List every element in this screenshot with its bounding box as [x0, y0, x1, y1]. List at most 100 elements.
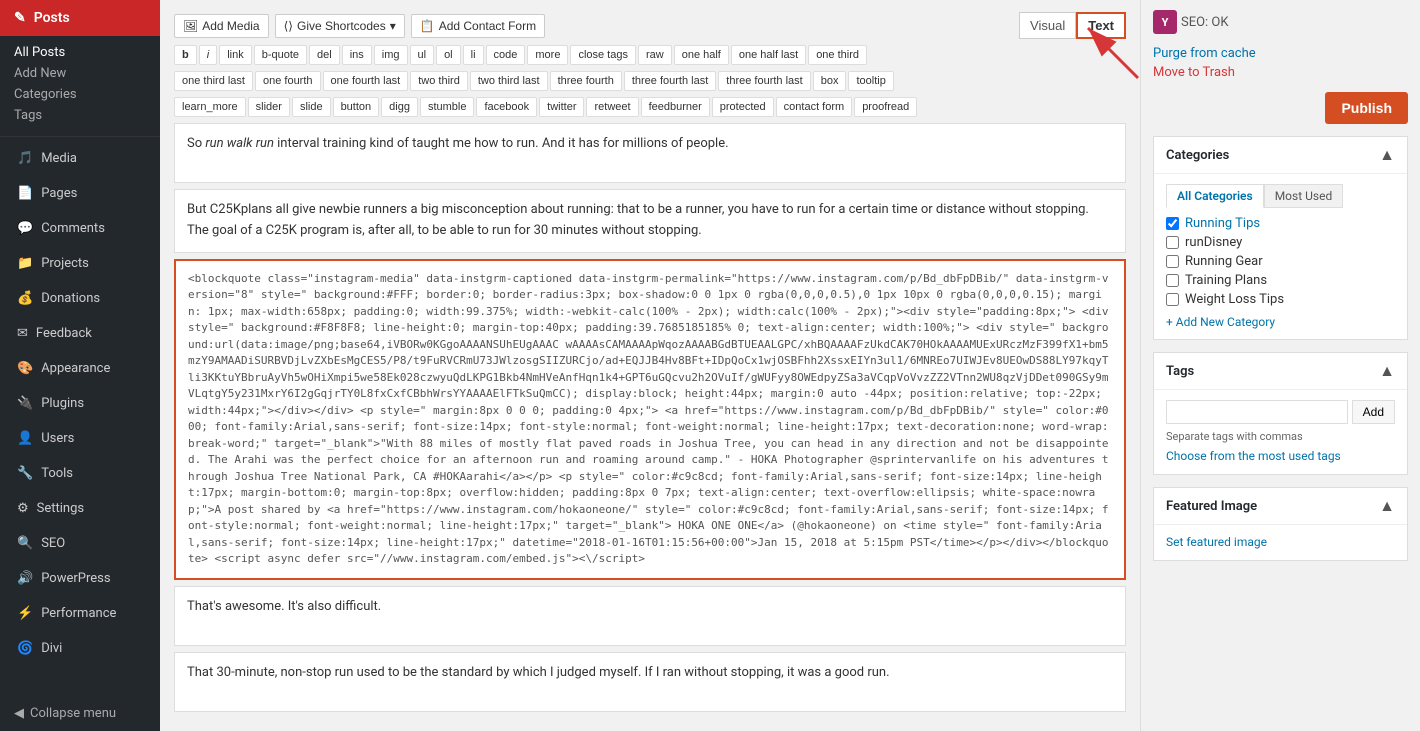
- sidebar-item-settings[interactable]: ⚙ Settings: [0, 491, 160, 526]
- format-ol[interactable]: ol: [436, 45, 461, 65]
- sidebar-item-comments[interactable]: 💬 Comments: [0, 211, 160, 246]
- format-three-fourth[interactable]: three fourth: [550, 71, 622, 91]
- format-three-fourth-last2[interactable]: three fourth last: [718, 71, 810, 91]
- format-more[interactable]: more: [527, 45, 568, 65]
- content-para[interactable]: But C25Kplans all give newbie runners a …: [174, 189, 1126, 253]
- format-code[interactable]: code: [486, 45, 526, 65]
- category-run-disney-checkbox[interactable]: [1166, 236, 1179, 249]
- format-one-third[interactable]: one third: [808, 45, 867, 65]
- add-media-button[interactable]: 🖼 Add Media: [174, 14, 269, 38]
- format-one-half-last[interactable]: one half last: [731, 45, 806, 65]
- collapse-menu-btn[interactable]: ◀ Collapse menu: [0, 696, 160, 731]
- format-ins[interactable]: ins: [342, 45, 372, 65]
- format-digg[interactable]: digg: [381, 97, 418, 117]
- editor-area: 🖼 Add Media ⟨⟩ Give Shortcodes ▾ 📋 Add C…: [160, 0, 1140, 731]
- category-training-plans-checkbox[interactable]: [1166, 274, 1179, 287]
- format-three-fourth-last[interactable]: three fourth last: [624, 71, 716, 91]
- publish-button[interactable]: Publish: [1325, 92, 1408, 124]
- most-used-tab[interactable]: Most Used: [1264, 184, 1344, 208]
- pages-icon: 📄: [17, 186, 33, 201]
- add-category-link[interactable]: + Add New Category: [1166, 315, 1395, 329]
- sidebar-item-all-posts[interactable]: All Posts: [14, 42, 160, 63]
- add-contact-form-button[interactable]: 📋 Add Contact Form: [411, 14, 545, 38]
- format-b-quote[interactable]: b-quote: [254, 45, 307, 65]
- sidebar-item-add-new[interactable]: Add New: [14, 63, 160, 84]
- format-one-fourth-last[interactable]: one fourth last: [323, 71, 409, 91]
- format-slide[interactable]: slide: [292, 97, 331, 117]
- format-facebook[interactable]: facebook: [476, 97, 537, 117]
- featured-image-toggle[interactable]: ▲: [1379, 496, 1395, 516]
- format-proofread[interactable]: proofread: [854, 97, 917, 117]
- sidebar-item-powerpress[interactable]: 🔊 PowerPress: [0, 561, 160, 596]
- sidebar-item-tags[interactable]: Tags: [14, 105, 160, 126]
- tags-add-button[interactable]: Add: [1352, 400, 1395, 424]
- format-learn-more[interactable]: learn_more: [174, 97, 246, 117]
- format-two-third[interactable]: two third: [410, 71, 468, 91]
- category-running-tips-checkbox[interactable]: [1166, 217, 1179, 230]
- sidebar-item-users[interactable]: 👤 Users: [0, 421, 160, 456]
- format-two-third-last[interactable]: two third last: [470, 71, 548, 91]
- sidebar-item-performance[interactable]: ⚡ Performance: [0, 596, 160, 631]
- format-box[interactable]: box: [813, 71, 847, 91]
- category-run-disney[interactable]: runDisney: [1166, 235, 1395, 250]
- category-running-gear[interactable]: Running Gear: [1166, 254, 1395, 269]
- sidebar-item-seo[interactable]: 🔍 SEO: [0, 526, 160, 561]
- format-raw[interactable]: raw: [638, 45, 672, 65]
- category-weight-loss-tips-checkbox[interactable]: [1166, 293, 1179, 306]
- content-after1[interactable]: That's awesome. It's also difficult.: [174, 586, 1126, 646]
- categories-toggle-icon[interactable]: ▲: [1379, 145, 1395, 165]
- format-img[interactable]: img: [374, 45, 408, 65]
- format-twitter[interactable]: twitter: [539, 97, 584, 117]
- purge-cache-link[interactable]: Purge from cache: [1153, 46, 1408, 61]
- move-to-trash-link[interactable]: Move to Trash: [1153, 65, 1408, 80]
- format-protected[interactable]: protected: [712, 97, 774, 117]
- appearance-icon: 🎨: [17, 361, 33, 376]
- give-shortcodes-button[interactable]: ⟨⟩ Give Shortcodes ▾: [275, 14, 405, 38]
- sidebar-item-donations[interactable]: 💰 Donations: [0, 281, 160, 316]
- categories-panel-content: All Categories Most Used Running Tips ru…: [1154, 174, 1407, 339]
- set-featured-image-link[interactable]: Set featured image: [1166, 535, 1267, 549]
- format-close-tags[interactable]: close tags: [570, 45, 636, 65]
- format-contact-form[interactable]: contact form: [776, 97, 853, 117]
- format-i[interactable]: i: [199, 45, 217, 65]
- visual-tab[interactable]: Visual: [1019, 12, 1076, 39]
- all-categories-tab[interactable]: All Categories: [1166, 184, 1264, 208]
- category-running-tips[interactable]: Running Tips: [1166, 216, 1395, 231]
- code-block[interactable]: <blockquote class="instagram-media" data…: [174, 259, 1126, 580]
- format-slider[interactable]: slider: [248, 97, 290, 117]
- sidebar-divider-1: [0, 136, 160, 137]
- format-button[interactable]: button: [333, 97, 380, 117]
- format-ul[interactable]: ul: [410, 45, 435, 65]
- tags-choose-link[interactable]: Choose from the most used tags: [1166, 449, 1341, 463]
- format-one-fourth[interactable]: one fourth: [255, 71, 321, 91]
- sidebar-item-media[interactable]: 🎵 Media: [0, 141, 160, 176]
- format-feedburner[interactable]: feedburner: [641, 97, 710, 117]
- sidebar-item-divi[interactable]: 🌀 Divi: [0, 631, 160, 666]
- format-li[interactable]: li: [463, 45, 484, 65]
- format-one-half[interactable]: one half: [674, 45, 729, 65]
- sidebar-item-pages[interactable]: 📄 Pages: [0, 176, 160, 211]
- sidebar-item-plugins[interactable]: 🔌 Plugins: [0, 386, 160, 421]
- format-one-third-last[interactable]: one third last: [174, 71, 253, 91]
- sidebar-posts-header[interactable]: ✎ Posts: [0, 0, 160, 36]
- format-stumble[interactable]: stumble: [420, 97, 475, 117]
- format-link[interactable]: link: [219, 45, 252, 65]
- category-training-plans[interactable]: Training Plans: [1166, 273, 1395, 288]
- category-running-gear-checkbox[interactable]: [1166, 255, 1179, 268]
- sidebar-item-feedback[interactable]: ✉ Feedback: [0, 316, 160, 351]
- text-tab[interactable]: Text: [1076, 12, 1126, 39]
- format-tooltip[interactable]: tooltip: [848, 71, 893, 91]
- content-after2[interactable]: That 30-minute, non-stop run used to be …: [174, 652, 1126, 712]
- format-retweet[interactable]: retweet: [586, 97, 638, 117]
- sidebar-item-projects[interactable]: 📁 Projects: [0, 246, 160, 281]
- format-del[interactable]: del: [309, 45, 340, 65]
- sidebar-item-tools[interactable]: 🔧 Tools: [0, 456, 160, 491]
- category-weight-loss-tips[interactable]: Weight Loss Tips: [1166, 292, 1395, 307]
- tags-input[interactable]: [1166, 400, 1348, 424]
- content-before[interactable]: So run walk run interval training kind o…: [174, 123, 1126, 183]
- shortcodes-icon: ⟨⟩: [284, 19, 293, 33]
- tags-toggle-icon[interactable]: ▲: [1379, 361, 1395, 381]
- format-b[interactable]: b: [174, 45, 197, 65]
- sidebar-item-categories[interactable]: Categories: [14, 84, 160, 105]
- sidebar-item-appearance[interactable]: 🎨 Appearance: [0, 351, 160, 386]
